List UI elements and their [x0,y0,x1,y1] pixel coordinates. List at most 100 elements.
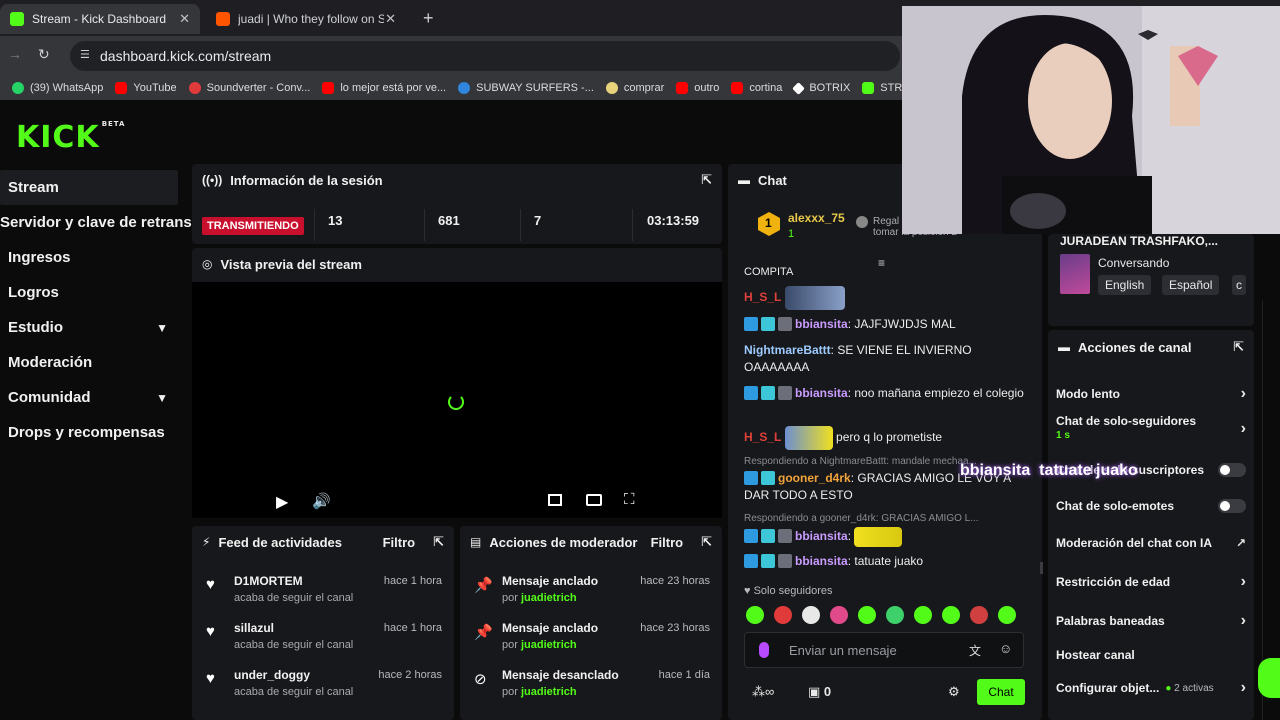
emoji-picker-icon[interactable]: ☺ [999,641,1012,656]
category-name[interactable]: Conversando [1098,256,1169,270]
category-thumbnail[interactable] [1060,254,1090,294]
close-tab-icon[interactable]: ✕ [385,11,396,27]
bookmark-str[interactable]: STR [862,82,902,94]
chat-settings-icon[interactable]: ⚙ [948,684,960,700]
stream-preview-header: ◎ Vista previa del stream [202,256,362,272]
bookmark-youtube[interactable]: YouTube [115,82,177,94]
bookmark-lo-mejor[interactable]: lo mejor está por ve... [322,82,446,94]
assistant-fab-button[interactable] [1258,658,1280,698]
goals-row[interactable]: Configurar objet... ● 2 activas › [1056,676,1246,700]
heart-icon: ♥ [744,585,751,597]
bookmark-comprar[interactable]: comprar [605,82,664,94]
live-status-badge: TRANSMITIENDO [202,216,304,235]
tab-kick-dashboard[interactable]: Stream - Kick Dashboard ✕ [0,4,200,34]
chat-message: H_S_L pero q lo prometiste [744,426,1034,450]
chat-message: bbiansita: tatuate juako [744,553,1034,570]
popout-icon[interactable]: ⇱ [701,534,712,550]
emote-icon[interactable] [998,606,1016,624]
followers-only-row[interactable]: Chat de solo-seguidores 1 s › [1056,414,1246,450]
emote-icon[interactable] [774,606,792,624]
sidebar-item-server-key[interactable]: Servidor y clave de retransm [0,205,205,240]
age-restriction-row[interactable]: Restricción de edad › [1056,570,1246,594]
chevron-right-icon: › [1240,612,1246,629]
ai-moderation-row[interactable]: Moderación del chat con IA ↗ [1056,531,1246,555]
activity-feed-header: ⚡ Feed de actividades Filtro ⇱ [202,534,444,550]
send-chat-button[interactable]: Chat [977,679,1025,705]
emote-icon[interactable] [858,606,876,624]
tag-more[interactable]: c [1232,275,1246,295]
botrix-icon [792,81,806,95]
popout-icon[interactable]: ⇱ [1233,339,1244,355]
fullscreen-icon[interactable]: ⛶ [624,491,635,508]
reload-icon[interactable]: ↻ [38,46,50,63]
banned-words-row[interactable]: Palabras baneadas › [1056,609,1246,633]
feed-item: ♥ D1MORTEM acaba de seguir el canal hace… [206,574,442,604]
emote-icon[interactable] [802,606,820,624]
sidebar-item-comunidad[interactable]: Comunidad ▼ [0,380,178,415]
emote-icon[interactable] [942,606,960,624]
channel-info-panel: JURADEAN TRASHFAKO,... Conversando Engli… [1048,234,1254,326]
translate-icon[interactable]: 文 [969,642,981,659]
moderator-badge-icon [744,386,758,400]
tab-soundcloud[interactable]: juadi | Who they follow on Sou ✕ [206,4,406,34]
close-tab-icon[interactable]: ✕ [179,11,190,27]
bookmark-botrix[interactable]: BOTRIX [792,81,850,95]
mod-action-item: 📌 Mensaje anclado por juadietrich hace 2… [474,574,710,604]
kick-logo[interactable]: KICK BETA [16,120,125,155]
sub-badge-icon [778,317,792,331]
subway-icon [458,82,471,94]
bookmark-outro[interactable]: outro [676,82,719,94]
bookmark-cortina[interactable]: cortina [731,82,782,94]
feed-filter-button[interactable]: Filtro [383,535,416,550]
channel-points[interactable]: ▣ 0 [808,684,831,700]
chat-actions-icon: ▬ [1058,340,1070,354]
slow-mode-row[interactable]: Modo lento › [1056,382,1246,406]
emote-icon[interactable] [970,606,988,624]
tag-espanol[interactable]: Español [1162,275,1220,295]
site-info-icon[interactable]: ☰ [80,48,90,61]
bookmark-subway[interactable]: SUBWAY SURFERS -... [458,82,594,94]
tab-title: Stream - Kick Dashboard [32,12,167,26]
new-tab-button[interactable]: + [423,8,434,29]
emote-icon[interactable] [746,606,764,624]
mod-action-item: 📌 Mensaje anclado por juadietrich hace 2… [474,621,710,651]
popout-icon[interactable]: ⇱ [701,172,712,188]
subscribers-only-toggle[interactable] [1218,463,1246,477]
community-icon[interactable]: ⁂∞ [752,684,774,700]
video-player[interactable]: ▶ 🔊 ⛶ [192,282,722,518]
sidebar-item-estudio[interactable]: Estudio ▼ [0,310,178,345]
chat-message-truncated: COMPITA [744,266,794,278]
microphone-icon[interactable] [759,642,769,658]
sidebar-item-ingresos[interactable]: Ingresos [0,240,178,275]
heart-icon: ♥ [206,576,215,593]
chat-scrollbar[interactable] [1040,562,1043,574]
sidebar-item-moderacion[interactable]: Moderación [0,345,178,380]
mod-filter-button[interactable]: Filtro [651,535,684,550]
theater-mode-icon[interactable] [586,494,602,506]
soundcloud-favicon-icon [216,12,230,26]
mod-actions-header: ▤ Acciones de moderador Filtro ⇱ [470,534,712,550]
stat-viewers: 13 [328,213,343,228]
play-icon[interactable]: ▶ [276,492,288,512]
emote-icon[interactable] [830,606,848,624]
pip-icon[interactable] [548,494,562,506]
url-field[interactable]: ☰ dashboard.kick.com/stream [70,41,900,71]
emote-icon[interactable] [914,606,932,624]
broadcast-icon: ((•)) [202,173,223,187]
popout-icon[interactable]: ⇱ [433,534,444,550]
bookmark-whatsapp[interactable]: (39) WhatsApp [12,82,103,94]
tag-english[interactable]: English [1098,275,1152,295]
sidebar-item-logros[interactable]: Logros [0,275,178,310]
emote-icon[interactable] [886,606,904,624]
top-gifter-name[interactable]: alexxx_75 [788,211,845,225]
youtube-icon [322,82,335,94]
bookmark-soundverter[interactable]: Soundverter - Conv... [188,82,310,94]
host-channel-row[interactable]: Hostear canal [1056,643,1246,667]
volume-icon[interactable]: 🔊 [312,492,331,510]
emotes-only-toggle[interactable] [1218,499,1246,513]
sidebar-item-stream[interactable]: Stream [0,170,178,205]
forward-icon[interactable]: → [8,46,22,62]
reply-context[interactable]: Respondiendo a gooner_d4rk: GRACIAS AMIG… [744,513,1034,524]
chat-input[interactable]: Enviar un mensaje 文 ☺ [744,632,1024,668]
sidebar-item-drops[interactable]: Drops y recompensas [0,415,178,450]
